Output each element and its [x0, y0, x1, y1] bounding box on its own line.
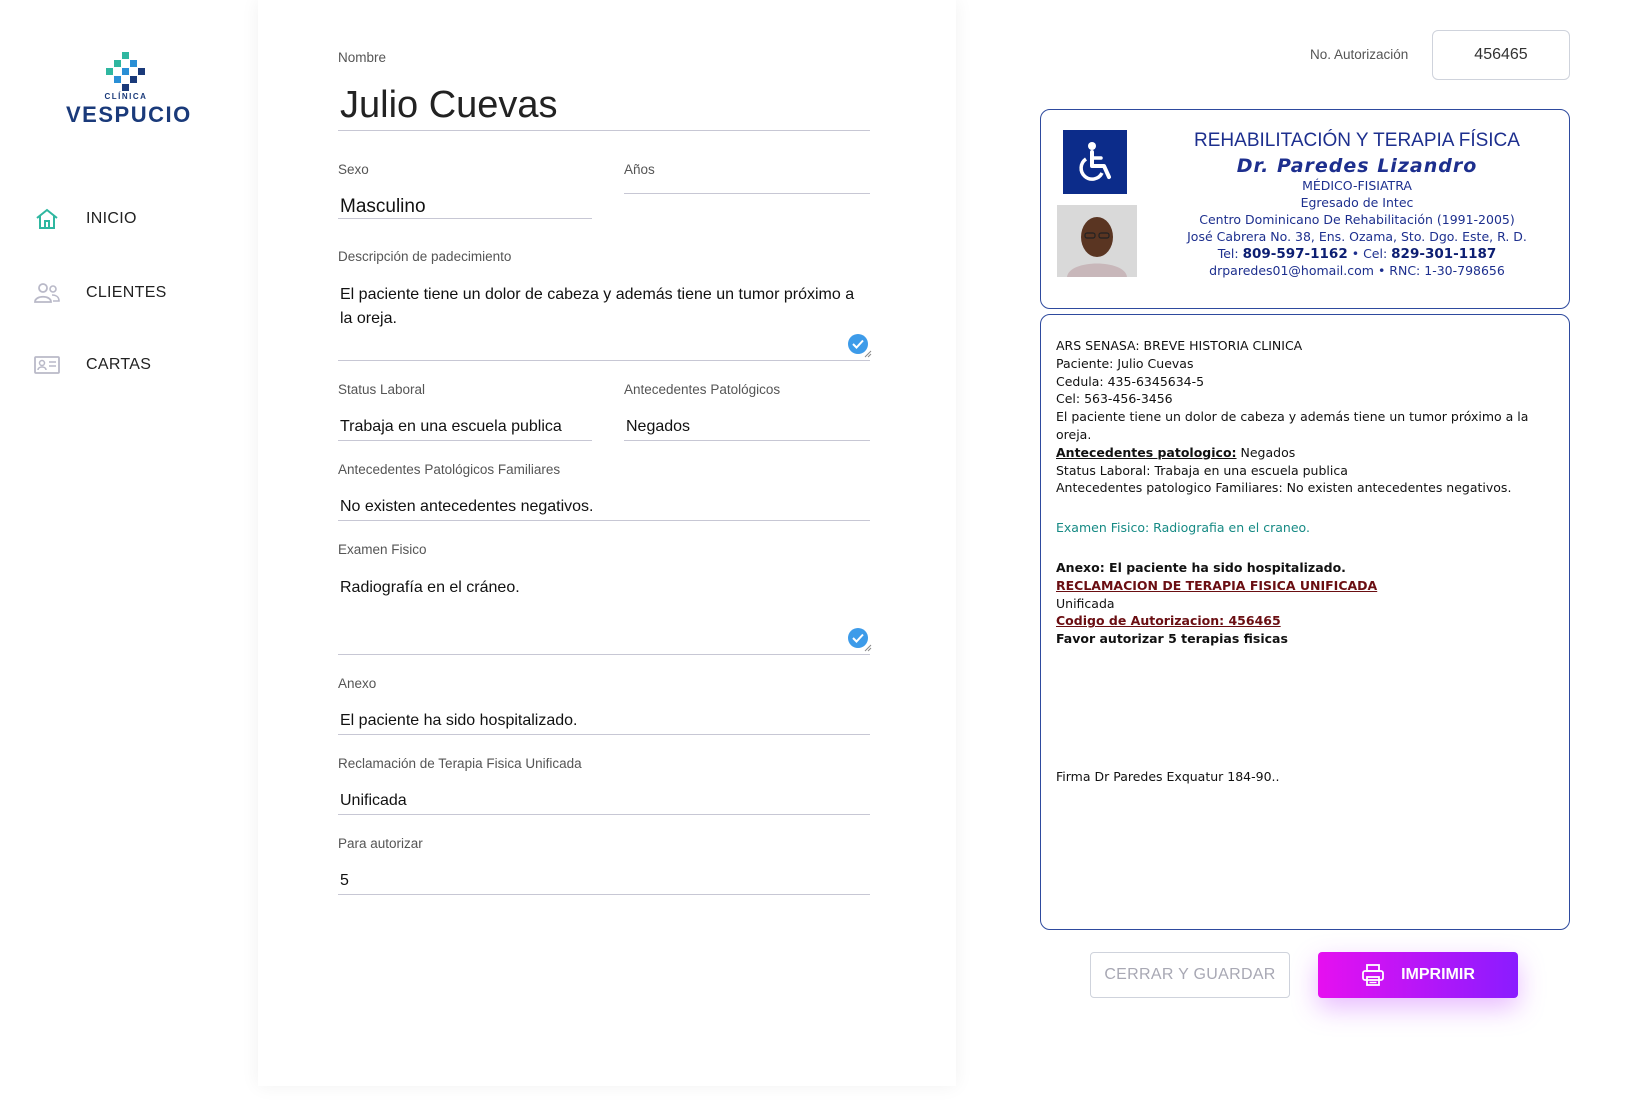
antecedentes-heading: Antecedentes patologico:: [1056, 444, 1237, 460]
letter-status: Status Laboral: Trabaja en una escuela p…: [1056, 462, 1348, 478]
status-label: Status Laboral: [338, 382, 426, 397]
letterhead-education: Egresado de Intec: [1300, 195, 1414, 210]
reclamacion-input[interactable]: Unificada: [338, 792, 409, 810]
letterhead-address: José Cabrera No. 38, Ens. Ozama, Sto. Dg…: [1187, 229, 1527, 244]
sexo-select[interactable]: Masculino: [338, 196, 428, 218]
separator: •: [1351, 246, 1364, 261]
descripcion-underline: [338, 360, 870, 361]
close-save-button[interactable]: CERRAR Y GUARDAR: [1090, 952, 1290, 998]
anexo-underline: [338, 734, 870, 735]
reclamacion-label: Reclamación de Terapia Fisica Unificada: [338, 756, 582, 771]
resize-grip-icon[interactable]: [864, 350, 872, 358]
cel-number: 829-301-1187: [1391, 246, 1497, 262]
antecedentes-label: Antecedentes Patológicos: [624, 382, 781, 397]
home-icon: [34, 207, 60, 231]
letterhead-center: Centro Dominicano De Rehabilitación (199…: [1199, 212, 1515, 227]
anos-label: Años: [624, 162, 655, 177]
letter-favor: Favor autorizar 5 terapias fisicas: [1056, 631, 1288, 647]
print-button[interactable]: IMPRIMIR: [1318, 952, 1518, 998]
letterhead-email: drparedes01@homail.com: [1209, 263, 1374, 278]
letter-antecedentes: Antecedentes patologico: Negados: [1056, 444, 1556, 462]
anos-input[interactable]: [624, 196, 874, 216]
familiares-underline: [338, 520, 870, 521]
logo-subtitle: CLÍNICA: [104, 92, 148, 101]
sexo-label: Sexo: [338, 162, 369, 177]
letterhead-title: REHABILITACIÓN Y TERAPIA FÍSICA: [1194, 130, 1520, 151]
status-underline: [338, 440, 592, 441]
autorizar-underline: [338, 894, 870, 895]
nav-item-cartas[interactable]: CARTAS: [34, 350, 151, 380]
letter-cedula: Cedula: 435-6345634-5: [1056, 373, 1205, 389]
letter-firma: Firma Dr Paredes Exquatur 184-90..: [1056, 768, 1280, 784]
letter-paciente: Paciente: Julio Cuevas: [1056, 355, 1194, 371]
antecedentes-value: Negados: [1236, 444, 1296, 460]
examen-textarea[interactable]: Radiografía en el cráneo.: [338, 576, 867, 600]
examen-label: Examen Fisico: [338, 542, 427, 557]
antecedentes-underline: [624, 440, 870, 441]
clinical-letter: ARS SENASA: BREVE HISTORIA CLINICA Pacie…: [1040, 314, 1570, 930]
anos-underline: [624, 193, 870, 194]
familiares-input[interactable]: No existen antecedentes negativos.: [338, 498, 596, 516]
nav-label-inicio: INICIO: [86, 210, 137, 227]
nav-item-inicio[interactable]: INICIO: [34, 204, 137, 234]
letter-anexo: Anexo: El paciente ha sido hospitalizado…: [1056, 559, 1346, 575]
separator: •: [1377, 263, 1390, 278]
nav-label-clientes: CLIENTES: [86, 284, 167, 301]
logo-name: VESPUCIO: [66, 102, 192, 127]
nav-item-clientes[interactable]: CLIENTES: [34, 278, 167, 308]
nombre-input[interactable]: Julio Cuevas: [338, 84, 560, 127]
descripcion-textarea[interactable]: El paciente tiene un dolor de cabeza y a…: [338, 283, 867, 331]
users-icon: [34, 281, 60, 305]
letter-content: ARS SENASA: BREVE HISTORIA CLINICA Pacie…: [1056, 337, 1556, 786]
tel-label: Tel:: [1217, 246, 1239, 261]
authorization-label: No. Autorización: [1310, 47, 1409, 62]
anexo-input[interactable]: El paciente ha sido hospitalizado.: [338, 712, 580, 730]
letterhead-rnc: RNC: 1-30-798656: [1389, 263, 1505, 278]
authorization-input[interactable]: 456465: [1432, 30, 1570, 80]
letterhead-contact: drparedes01@homail.com • RNC: 1-30-79865…: [1151, 263, 1563, 278]
clinic-logo: CLÍNICA VESPUCIO: [66, 52, 196, 132]
letterhead-phones: Tel: 809-597-1162 • Cel: 829-301-1187: [1151, 246, 1563, 262]
letter-cel: Cel: 563-456-3456: [1056, 391, 1173, 407]
cel-label: Cel:: [1363, 246, 1388, 261]
examen-underline: [338, 654, 870, 655]
letter-reclamacion-title: RECLAMACION DE TERAPIA FISICA UNIFICADA: [1056, 577, 1378, 593]
resize-grip-icon[interactable]: [864, 644, 872, 652]
letter-examen: Examen Fisico: Radiografia en el craneo.: [1056, 520, 1310, 536]
sexo-underline: [338, 218, 592, 219]
printer-icon: [1361, 963, 1385, 987]
antecedentes-input[interactable]: Negados: [624, 418, 692, 436]
reclamacion-underline: [338, 814, 870, 815]
patient-form: Nombre Julio Cuevas Sexo Masculino Años …: [258, 0, 956, 1086]
nombre-underline: [338, 130, 870, 131]
id-card-icon: [34, 353, 60, 377]
letterhead-specialty: MÉDICO-FISIATRA: [1302, 178, 1412, 193]
autorizar-label: Para autorizar: [338, 836, 423, 851]
doctor-photo: [1057, 205, 1137, 277]
letter-reclamacion-value: Unificada: [1056, 595, 1115, 611]
letterhead-card: REHABILITACIÓN Y TERAPIA FÍSICA Dr. Pare…: [1040, 109, 1570, 309]
familiares-label: Antecedentes Patológicos Familiares: [338, 462, 561, 477]
tel-number: 809-597-1162: [1242, 246, 1348, 262]
autorizar-input[interactable]: 5: [338, 872, 351, 890]
descripcion-label: Descripción de padecimiento: [338, 249, 512, 264]
wheelchair-icon: [1063, 130, 1127, 194]
letter-familiares: Antecedentes patologico Familiares: No e…: [1056, 480, 1512, 496]
nombre-label: Nombre: [338, 50, 387, 65]
letter-codigo: Codigo de Autorizacion: 456465: [1056, 613, 1281, 629]
sidebar: CLÍNICA VESPUCIO INICIO CLIENTES CARTAS: [0, 0, 258, 1100]
letter-heading: ARS SENASA: BREVE HISTORIA CLINICA: [1056, 338, 1303, 353]
anexo-label: Anexo: [338, 676, 377, 691]
status-input[interactable]: Trabaja en una escuela publica: [338, 418, 564, 436]
letterhead-doctor: Dr. Paredes Lizandro: [1236, 155, 1478, 177]
logo-mark-icon: [106, 52, 146, 92]
letter-descripcion: El paciente tiene un dolor de cabeza y a…: [1056, 409, 1529, 442]
nav-label-cartas: CARTAS: [86, 356, 152, 373]
print-label: IMPRIMIR: [1401, 966, 1475, 983]
